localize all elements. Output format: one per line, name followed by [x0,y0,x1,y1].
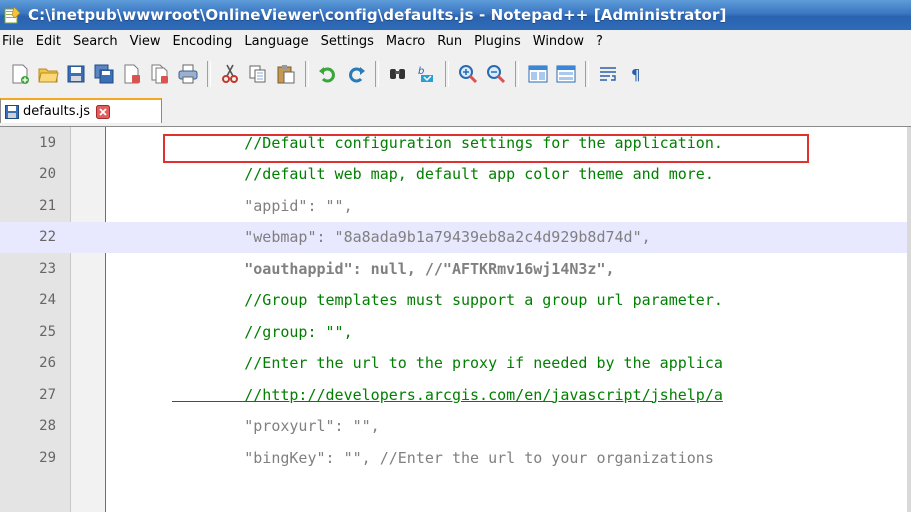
tab-close-icon[interactable] [96,104,111,119]
code-text: "bingKey": "", //Enter the url to your o… [172,448,714,467]
toolbar-separator [445,61,449,87]
code-line[interactable]: 25 //group: "", [0,316,911,348]
sync-horizontal-icon[interactable] [552,60,580,88]
code-line-current[interactable]: 22 "webmap": "8a8ada9b1a79439eb8a2c4d929… [0,221,911,253]
zoom-out-icon[interactable] [482,60,510,88]
tab-bar: defaults.js [0,96,911,124]
menu-language[interactable]: Language [239,34,315,49]
code-text: "proxyurl": "", [172,417,380,436]
open-file-icon[interactable] [34,60,62,88]
code-text: "webmap": "8a8ada9b1a79439eb8a2c4d929b8d… [172,228,651,247]
line-number: 25 [39,323,56,340]
line-number: 27 [39,386,56,403]
toolbar-separator [305,61,309,87]
line-number: 20 [39,166,56,183]
line-number: 23 [39,260,56,277]
code-line[interactable]: 21 "appid": "", [0,190,911,222]
menu-window[interactable]: Window [528,34,591,49]
paste-icon[interactable] [272,60,300,88]
close-all-icon[interactable] [146,60,174,88]
menu-run[interactable]: Run [432,34,469,49]
code-text: //Group templates must support a group u… [172,291,723,310]
save-icon[interactable] [62,60,90,88]
cut-icon[interactable] [216,60,244,88]
code-line[interactable]: 19 //Default configuration settings for … [0,127,911,159]
menu-macro[interactable]: Macro [381,34,432,49]
editor-area[interactable]: 19 //Default configuration settings for … [0,127,911,512]
menu-encoding[interactable]: Encoding [167,34,239,49]
replace-icon[interactable]: b [412,60,440,88]
code-text: //default web map, default app color the… [172,165,714,184]
show-all-chars-icon[interactable]: ¶ [622,60,650,88]
code-text: //Enter the url to the proxy if needed b… [172,354,723,373]
redo-icon[interactable] [342,60,370,88]
word-wrap-icon[interactable] [594,60,622,88]
code-line[interactable]: 23 "oauthappid": null, //"AFTKRmv16wj14N… [0,253,911,285]
code-text: "oauthappid": null, //"AFTKRmv16wj14N3z"… [172,259,615,278]
menu-view[interactable]: View [125,34,168,49]
code-line[interactable]: 26 //Enter the url to the proxy if neede… [0,348,911,380]
code-lines: 19 //Default configuration settings for … [0,127,911,474]
code-line[interactable]: 27 //http://developers.arcgis.com/en/jav… [0,379,911,411]
code-line[interactable]: 28 "proxyurl": "", [0,411,911,443]
copy-icon[interactable] [244,60,272,88]
new-file-icon[interactable] [6,60,34,88]
menu-settings[interactable]: Settings [316,34,381,49]
line-number: 29 [39,449,56,466]
line-number: 21 [39,197,56,214]
menu-help[interactable]: ? [591,34,610,49]
vertical-scrollbar[interactable] [907,127,911,512]
line-number: 24 [39,292,56,309]
saved-file-icon [5,104,19,119]
code-text: "appid": "", [172,196,353,215]
toolbar-separator [375,61,379,87]
zoom-in-icon[interactable] [454,60,482,88]
tab-label: defaults.js [23,104,91,119]
close-icon[interactable] [118,60,146,88]
line-number: 26 [39,355,56,372]
toolbar: b ¶ [0,52,911,96]
sync-vertical-icon[interactable] [524,60,552,88]
svg-text:¶: ¶ [631,66,641,84]
title-bar[interactable]: C:\inetpub\wwwroot\OnlineViewer\config\d… [0,0,911,30]
notepadpp-window: C:\inetpub\wwwroot\OnlineViewer\config\d… [0,0,911,512]
menu-file[interactable]: File [0,34,31,49]
code-text: //group: "", [172,322,353,341]
window-title: C:\inetpub\wwwroot\OnlineViewer\config\d… [28,6,727,24]
undo-icon[interactable] [314,60,342,88]
code-text: //http://developers.arcgis.com/en/javasc… [172,385,723,404]
toolbar-separator [207,61,211,87]
notepadpp-app-icon [4,6,22,24]
code-line[interactable]: 29 "bingKey": "", //Enter the url to you… [0,442,911,474]
save-all-icon[interactable] [90,60,118,88]
code-line[interactable]: 20 //default web map, default app color … [0,159,911,191]
menu-plugins[interactable]: Plugins [469,34,528,49]
toolbar-separator [585,61,589,87]
line-number: 22 [39,229,56,246]
menu-bar: File Edit Search View Encoding Language … [0,30,911,52]
menu-edit[interactable]: Edit [31,34,68,49]
line-number: 19 [39,134,56,151]
print-icon[interactable] [174,60,202,88]
line-number: 28 [39,418,56,435]
code-text: //Default configuration settings for the… [172,133,723,152]
code-line[interactable]: 24 //Group templates must support a grou… [0,285,911,317]
menu-search[interactable]: Search [68,34,125,49]
tab-defaults-js[interactable]: defaults.js [0,98,162,123]
toolbar-separator [515,61,519,87]
find-icon[interactable] [384,60,412,88]
